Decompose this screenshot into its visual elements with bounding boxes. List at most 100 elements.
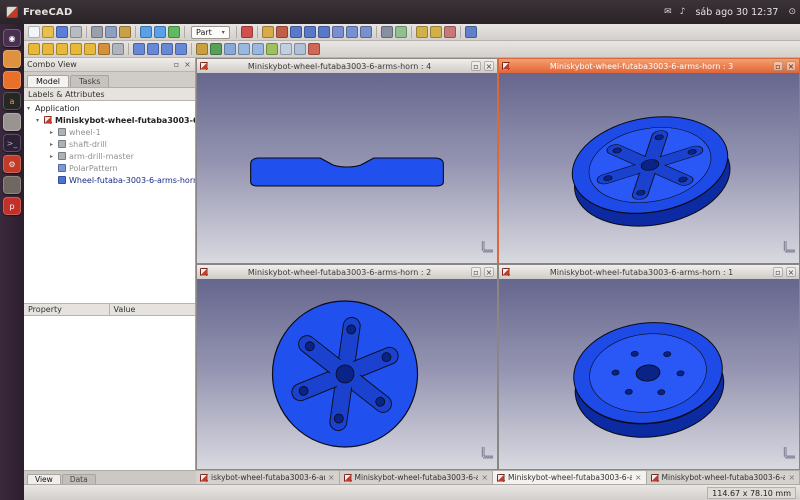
window-title-bar[interactable]: Miniskybot-wheel-futaba3003-6-arms-horn … (499, 59, 799, 73)
window-tab-3[interactable]: Miniskybot-wheel-futaba3003-6-arms-horn … (493, 471, 647, 484)
restore-icon[interactable]: ▫ (773, 267, 783, 277)
whats-this-icon[interactable] (465, 26, 477, 38)
boolean-common-icon[interactable] (175, 43, 187, 55)
gimp-icon[interactable] (3, 176, 21, 194)
window-title-bar[interactable]: Miniskybot-wheel-futaba3003-6-arms-horn … (499, 265, 799, 279)
draw-style-icon[interactable] (381, 26, 393, 38)
measure-linear-icon[interactable] (416, 26, 428, 38)
close-icon[interactable]: × (788, 473, 795, 482)
revolve-icon[interactable] (210, 43, 222, 55)
window-tab-2[interactable]: Miniskybot-wheel-futaba3003-6-arms-horn … (340, 471, 494, 484)
chamfer-icon[interactable] (252, 43, 264, 55)
files-icon[interactable] (3, 50, 21, 68)
dash-home-icon[interactable]: ◉ (3, 29, 21, 47)
wheel-model-front-view[interactable] (272, 301, 417, 447)
undo-icon[interactable] (140, 26, 152, 38)
terminal-icon[interactable]: >_ (3, 134, 21, 152)
dock-title-bar[interactable]: Combo View ▫ × (24, 58, 195, 72)
wheel-model-side-view[interactable] (251, 158, 444, 186)
cylinder-icon[interactable] (42, 43, 54, 55)
sweep-icon[interactable] (294, 43, 306, 55)
tree-item-wheel-final[interactable]: Wheel-futaba-3003-6-arms-horn-final (24, 174, 195, 186)
restore-icon[interactable]: ▫ (471, 267, 481, 277)
tree-item-document[interactable]: ▾ Miniskybot-wheel-futaba3003-6-arms-hor… (24, 114, 195, 126)
texture-icon[interactable] (395, 26, 407, 38)
torus-icon[interactable] (84, 43, 96, 55)
restore-icon[interactable]: ▫ (471, 61, 481, 71)
paste-icon[interactable] (119, 26, 131, 38)
macro-record-icon[interactable] (241, 26, 253, 38)
tree-item-shaft-drill[interactable]: ▸ shaft-drill (24, 138, 195, 150)
volume-icon[interactable]: ♪ (680, 7, 686, 17)
firefox-icon[interactable] (3, 71, 21, 89)
tab-view[interactable]: View (27, 474, 61, 484)
tab-tasks[interactable]: Tasks (70, 75, 109, 87)
close-icon[interactable]: × (484, 267, 494, 277)
viewport-isometric-back[interactable] (499, 279, 799, 469)
fit-all-icon[interactable] (262, 26, 274, 38)
fillet-icon[interactable] (238, 43, 250, 55)
window-title-bar[interactable]: Miniskybot-wheel-futaba3003-6-arms-horn … (197, 59, 497, 73)
tree-item-arm-drill-master[interactable]: ▸ arm-drill-master (24, 150, 195, 162)
axonometric-icon[interactable] (276, 26, 288, 38)
cross-sections-icon[interactable] (308, 43, 320, 55)
window-tab-4[interactable]: Miniskybot-wheel-futaba3003-6-arms-horn … (647, 471, 800, 484)
boolean-icon[interactable] (133, 43, 145, 55)
viewport-side-view[interactable] (197, 73, 497, 263)
dock-float-icon[interactable]: ▫ (172, 60, 181, 69)
close-icon[interactable]: × (786, 267, 796, 277)
loft-icon[interactable] (280, 43, 292, 55)
viewport-front-view[interactable] (197, 279, 497, 469)
copy-icon[interactable] (105, 26, 117, 38)
clock[interactable]: sáb ago 30 12:37 (695, 7, 778, 18)
ruled-surface-icon[interactable] (266, 43, 278, 55)
freecad-icon[interactable]: ⚙ (3, 155, 21, 173)
amazon-icon[interactable]: a (3, 92, 21, 110)
print-icon[interactable] (70, 26, 82, 38)
close-icon[interactable]: × (484, 61, 494, 71)
close-icon[interactable]: × (786, 61, 796, 71)
clear-measurement-icon[interactable] (444, 26, 456, 38)
close-icon[interactable]: × (328, 473, 335, 482)
pinta-icon[interactable]: p (3, 197, 21, 215)
restore-icon[interactable]: ▫ (773, 61, 783, 71)
create-primitives-icon[interactable] (98, 43, 110, 55)
view-rear-icon[interactable] (332, 26, 344, 38)
document-save-icon[interactable] (56, 26, 68, 38)
redo-icon[interactable] (154, 26, 166, 38)
measure-angular-icon[interactable] (430, 26, 442, 38)
view-left-icon[interactable] (360, 26, 372, 38)
mail-icon[interactable]: ✉ (664, 7, 672, 17)
shape-builder-icon[interactable] (112, 43, 124, 55)
view-front-icon[interactable] (290, 26, 302, 38)
session-menu-icon[interactable]: ⊙ (788, 7, 796, 17)
dock-close-icon[interactable]: × (183, 60, 192, 69)
tab-model[interactable]: Model (27, 75, 69, 87)
wheel-model-isometric[interactable] (565, 105, 738, 238)
boolean-union-icon[interactable] (161, 43, 173, 55)
refresh-icon[interactable] (168, 26, 180, 38)
wheel-model-isometric-back[interactable] (569, 315, 729, 444)
view-right-icon[interactable] (318, 26, 330, 38)
cone-icon[interactable] (70, 43, 82, 55)
tab-data[interactable]: Data (62, 474, 96, 484)
boolean-cut-icon[interactable] (147, 43, 159, 55)
workbench-selector[interactable]: Part ▾ (191, 26, 230, 39)
view-bottom-icon[interactable] (346, 26, 358, 38)
extrude-icon[interactable] (196, 43, 208, 55)
view-top-icon[interactable] (304, 26, 316, 38)
close-icon[interactable]: × (635, 473, 642, 482)
tree-item-application[interactable]: ▾ Application (24, 102, 195, 114)
viewport-isometric-front[interactable] (499, 73, 799, 263)
window-title-bar[interactable]: Miniskybot-wheel-futaba3003-6-arms-horn … (197, 265, 497, 279)
sphere-icon[interactable] (56, 43, 68, 55)
close-icon[interactable]: × (481, 473, 488, 482)
tree-item-wheel-1[interactable]: ▸ wheel-1 (24, 126, 195, 138)
cut-icon[interactable] (91, 26, 103, 38)
mirror-icon[interactable] (224, 43, 236, 55)
document-open-icon[interactable] (42, 26, 54, 38)
tree-item-polarpattern[interactable]: PolarPattern (24, 162, 195, 174)
document-new-icon[interactable] (28, 26, 40, 38)
box-icon[interactable] (28, 43, 40, 55)
ubuntu-software-icon[interactable] (3, 113, 21, 131)
